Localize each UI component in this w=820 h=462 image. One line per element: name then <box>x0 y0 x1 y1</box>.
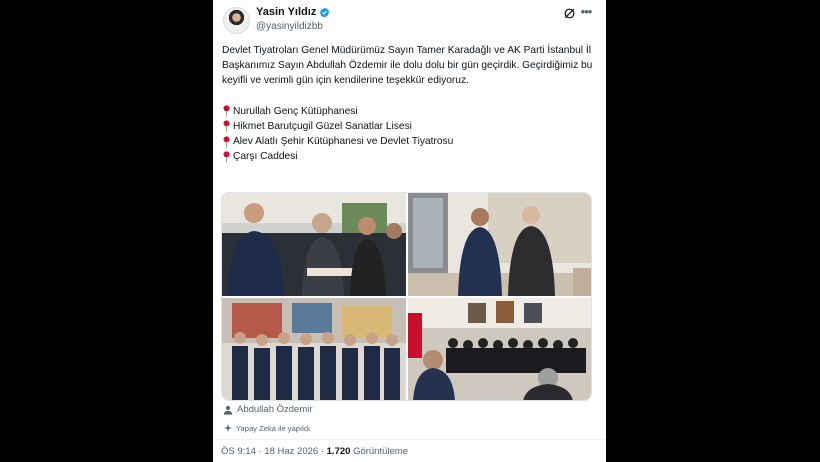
location-pin-icon <box>223 151 230 163</box>
location-label: Çarşı Caddesi <box>233 151 298 163</box>
photo-4[interactable] <box>408 298 591 400</box>
location-item: Çarşı Caddesi <box>222 149 598 164</box>
location-item: Alev Alatlı Şehir Kütüphanesi ve Devlet … <box>222 134 598 149</box>
meta-separator: · <box>258 446 262 457</box>
meta-separator: · <box>320 446 324 457</box>
tweet-card: Yasin Yıldız @yasinyildizbb ••• Devlet T… <box>213 0 606 462</box>
tweet-meta: ÖS 9:14 · 18 Haz 2026 · 1.720 Görüntülem… <box>221 446 408 457</box>
photo-2[interactable] <box>408 193 591 296</box>
ai-label-row: Yapay Zeka ile yapıldı <box>223 423 310 433</box>
location-pin-icon <box>223 120 230 133</box>
location-pin-icon <box>223 105 230 117</box>
more-icon[interactable]: ••• <box>579 5 593 19</box>
avatar[interactable] <box>223 7 250 34</box>
author-name[interactable]: Yasin Yıldız <box>256 6 316 18</box>
tweet-date[interactable]: 18 Haz 2026 <box>264 446 318 457</box>
location-label: Hikmet Barutçugil Güzel Sanatlar Lisesi <box>233 120 412 132</box>
tagged-user-row[interactable]: Abdullah Özdemir <box>223 404 313 415</box>
photo-1[interactable] <box>222 193 406 296</box>
verified-badge-icon <box>320 7 330 18</box>
person-icon <box>223 405 233 415</box>
views-count: 1.720 <box>326 446 351 457</box>
location-list: Nurullah Genç Kütüphanesi Hikmet Barutçu… <box>222 104 598 165</box>
location-label: Nurullah Genç Kütüphanesi <box>233 105 358 117</box>
location-pin-icon <box>223 135 230 148</box>
tweet-time[interactable]: ÖS 9:14 <box>221 446 256 457</box>
grok-icon[interactable] <box>563 7 576 20</box>
media-grid <box>221 192 592 401</box>
photo-3[interactable] <box>222 298 406 400</box>
author-handle[interactable]: @yasinyildizbb <box>256 21 323 32</box>
tweet-paragraph: Devlet Tiyatroları Genel Müdürümüz Sayın… <box>222 45 593 87</box>
location-item: Nurullah Genç Kütüphanesi <box>222 104 598 119</box>
location-item: Hikmet Barutçugil Güzel Sanatlar Lisesi <box>222 119 598 134</box>
ai-label: Yapay Zeka ile yapıldı <box>236 423 311 433</box>
tweet-text: Devlet Tiyatroları Genel Müdürümüz Sayın… <box>222 43 598 164</box>
ai-icon <box>223 423 233 433</box>
location-label: Alev Alatlı Şehir Kütüphanesi ve Devlet … <box>233 136 454 148</box>
views-label: Görüntüleme <box>353 446 408 457</box>
divider <box>213 439 606 440</box>
tagged-user-name[interactable]: Abdullah Özdemir <box>237 404 313 415</box>
author-row: Yasin Yıldız <box>256 6 330 18</box>
